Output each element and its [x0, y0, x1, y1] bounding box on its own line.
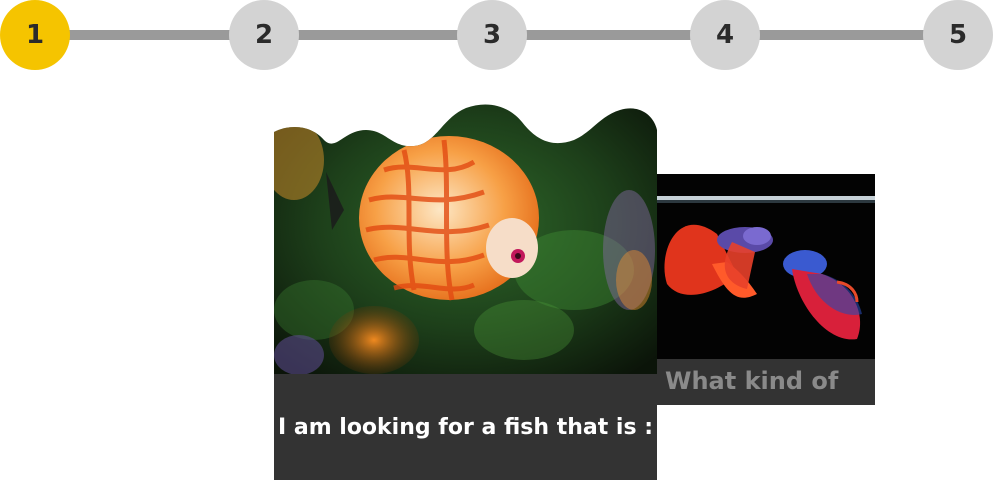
card-caption-text: I am looking for a fish that is : — [278, 414, 653, 440]
step-1[interactable]: 1 — [0, 0, 70, 70]
step-2[interactable]: 2 — [229, 0, 299, 70]
card-caption: What kind of — [657, 359, 875, 405]
step-3[interactable]: 3 — [457, 0, 527, 70]
progress-stepper: 1 2 3 4 5 — [0, 0, 994, 74]
discus-fish-image — [274, 104, 657, 374]
step-4[interactable]: 4 — [690, 0, 760, 70]
question-card[interactable]: I am looking for a fish that is : — [274, 100, 657, 480]
step-connector — [520, 30, 700, 40]
card-caption: I am looking for a fish that is : — [274, 374, 657, 480]
step-connector — [750, 30, 940, 40]
card-caption-text: What kind of — [665, 367, 839, 395]
betta-fish-image — [657, 174, 875, 359]
step-connector — [290, 30, 470, 40]
step-connector — [60, 30, 240, 40]
next-question-card[interactable]: What kind of — [657, 174, 875, 405]
step-5[interactable]: 5 — [923, 0, 993, 70]
